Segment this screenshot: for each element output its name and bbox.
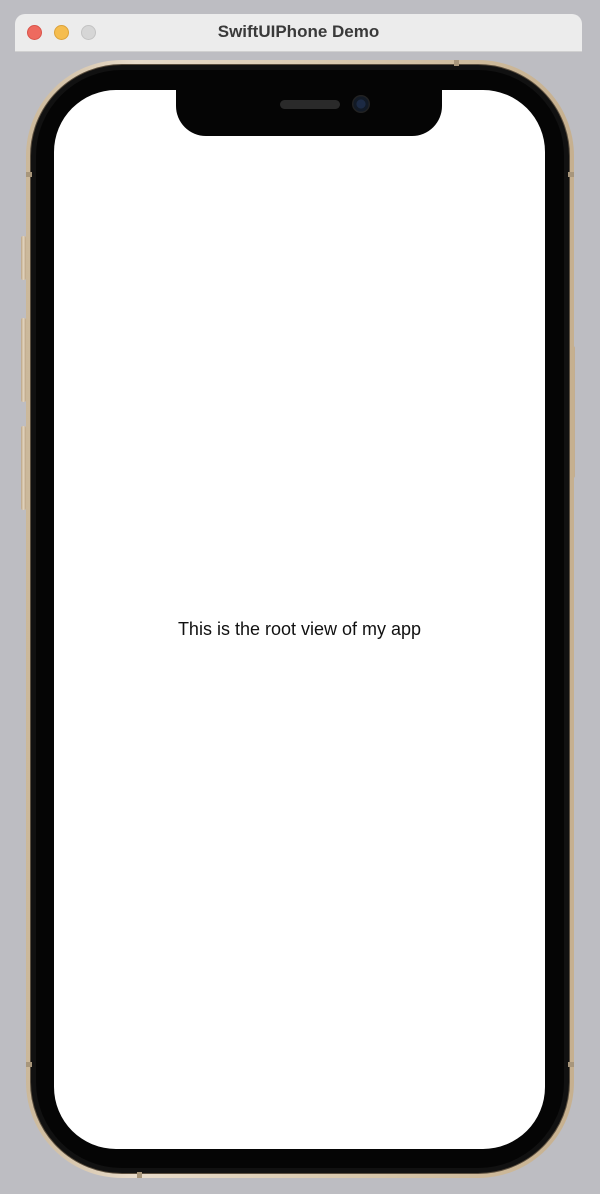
antenna-line <box>26 1062 32 1067</box>
antenna-line <box>26 172 32 177</box>
camera-icon <box>352 95 370 113</box>
phone-rim: This is the root view of my app <box>30 64 570 1174</box>
antenna-line <box>568 1062 574 1067</box>
antenna-line <box>137 1172 142 1178</box>
phone-frame: This is the root view of my app <box>26 60 574 1178</box>
root-view-label: This is the root view of my app <box>177 619 422 639</box>
window-title: SwiftUIPhone Demo <box>217 22 380 41</box>
phone-notch <box>176 90 442 136</box>
title-bar[interactable]: SwiftUIPhone Demo <box>15 14 582 52</box>
antenna-line <box>454 60 459 66</box>
app-window: SwiftUIPhone Demo This is the root view … <box>0 0 600 1194</box>
speaker-grille <box>280 100 340 109</box>
phone-bezel: This is the root view of my app <box>36 70 564 1168</box>
phone-screen[interactable]: This is the root view of my app <box>54 90 545 1149</box>
antenna-line <box>568 172 574 177</box>
